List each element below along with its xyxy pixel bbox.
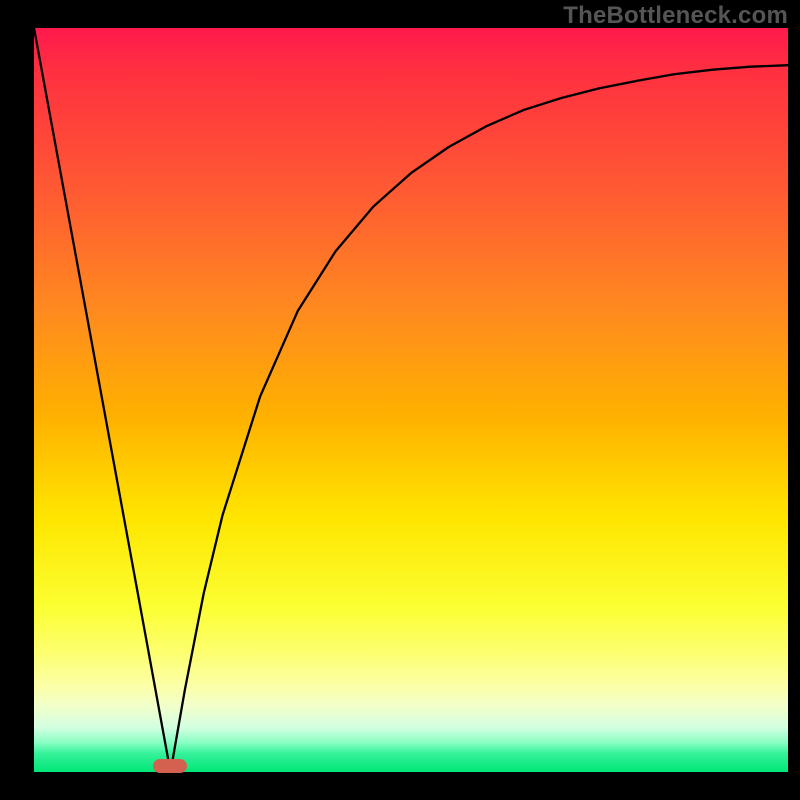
- watermark-label: TheBottleneck.com: [563, 2, 788, 30]
- bottleneck-curve: [34, 28, 788, 772]
- optimum-marker: [153, 759, 187, 773]
- chart-frame: TheBottleneck.com: [0, 0, 800, 800]
- plot-area: [34, 28, 788, 772]
